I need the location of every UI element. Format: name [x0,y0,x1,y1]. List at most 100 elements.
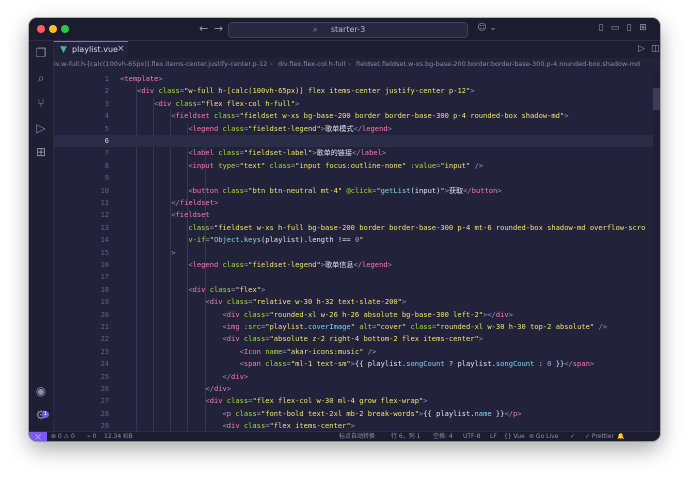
code-line[interactable]: 14 v-if="Object.keys(playlist).length !=… [54,234,658,246]
code-line[interactable]: 15 > [54,247,658,259]
language-mode-status[interactable]: {} Vue [504,432,525,441]
code-token: label [192,148,219,158]
scrollbar-thumb[interactable] [653,88,660,110]
code-line[interactable]: 23 <Icon name="akar-icons:music" /> [54,346,658,358]
remote-indicator[interactable]: ⤬ [29,432,47,441]
forward-arrow-icon[interactable]: → [214,22,223,35]
code-line[interactable]: 9 [54,172,658,184]
code-line[interactable]: 21 <img :src="playlist.coverImage" alt="… [54,321,658,333]
check-icon[interactable]: ✓ [570,432,575,441]
code-token: > [589,359,595,369]
code-line[interactable]: 28 <p class="font-bold text-2xl mb-2 bre… [54,408,658,420]
code-line[interactable]: 22 <div class="absolute z-2 right-4 bott… [54,333,658,345]
ports-status[interactable]: ⌁ 0 [87,432,96,441]
code-line[interactable]: 12 <fieldset [54,209,658,221]
close-icon[interactable]: × [117,44,125,54]
code-line[interactable]: 4 <fieldset class="fieldset w-xs bg-base… [54,110,658,122]
file-size-status: 12.34 KiB [104,433,133,440]
extensions-icon[interactable]: ⊞ [34,145,48,159]
code-line[interactable]: 16 <legend class="fieldset-legend">歌单信息<… [54,259,658,271]
code-line[interactable]: 29 <div class="flex items-center"> [54,420,658,431]
chevron-down-icon[interactable]: ⌄ [488,23,498,33]
code-token: </ [222,371,232,381]
toggle-panel-icon[interactable]: ▭ [610,23,620,33]
code-line[interactable]: 13 class="fieldset w-xs h-full bg-base-2… [54,222,658,234]
toggle-secondary-sidebar-icon[interactable]: ▯ [624,23,634,33]
breadcrumb-item[interactable]: fieldset.fieldset.w-xs.bg-base-200.borde… [356,60,640,68]
code-token: (playlist).length !== [261,235,355,245]
split-editor-icon[interactable]: ◫ [651,44,660,54]
code-line[interactable]: 10 <button class="btn btn-neutral mt-4" … [54,185,658,197]
customize-layout-icon[interactable]: ⊞ [638,23,648,33]
code-line[interactable]: 7 <label class="fieldset-label">歌单的链接</l… [54,147,658,159]
tab-playlist-vue[interactable]: ▼ playlist.vue × [54,41,128,59]
copilot-icon[interactable]: ☺ [477,23,487,33]
code-token: " [350,322,360,331]
code-token: keys [243,235,261,245]
breadcrumb-item[interactable]: div.flex.flex-col.h-full [278,60,345,68]
prettier-status[interactable]: ✓ Prettier [585,432,614,441]
code-line[interactable]: 26 </div> [54,383,658,395]
code-token: class [243,309,266,319]
line-number: 6 [104,137,109,145]
code-line[interactable]: 19 <div class="relative w-30 h-32 text-s… [54,296,658,308]
code-line[interactable]: 6 [54,135,658,148]
line-number: 7 [104,149,109,158]
bell-icon[interactable]: 🔔 [617,432,624,441]
line-number: 23 [100,347,109,356]
indentation-status[interactable]: 空格: 4 [433,432,453,441]
explorer-icon[interactable]: ❐ [34,46,48,60]
toggle-sidebar-icon[interactable]: ▯ [596,23,606,33]
line-number: 13 [100,223,109,232]
maximize-window-button[interactable] [61,25,69,33]
breadcrumb-item[interactable]: iv.w-full.h-[calc(100vh-65px)].flex.item… [54,60,267,68]
code-token: > [243,371,249,381]
code-line[interactable]: 1 <template> [54,73,658,85]
problems-status[interactable]: ⊗ 0 ⚠ 0 [51,432,75,441]
code-token: "fieldset-legend" [248,260,321,269]
run-icon[interactable]: ▷ [638,44,645,54]
code-token: </ [463,185,472,195]
close-window-button[interactable] [37,25,45,33]
encoding-status[interactable]: UTF-8 [463,432,481,441]
code-line[interactable]: 3 <div class="flex flex-col h-full"> [54,98,658,110]
command-center-search[interactable]: ⌕ starter-3 [228,22,468,38]
eol-status[interactable]: LF [490,432,497,441]
editor-scrollbar[interactable] [653,70,660,431]
line-number: 15 [100,248,109,257]
code-token: input [192,160,219,170]
code-token: fieldset [179,198,214,207]
editor-tabs: ▼ playlist.vue × ▷ ◫ [54,41,660,59]
source-control-icon[interactable]: ⑂ [34,96,48,110]
code-line[interactable]: 8 <input type="text" class="input focus:… [54,160,658,172]
accounts-icon[interactable]: ◉ [34,384,48,398]
code-line[interactable]: 11 </fieldset> [54,197,658,209]
minimize-window-button[interactable] [49,25,57,33]
search-icon[interactable]: ⌕ [34,71,48,85]
code-text: <div class="rounded-xl w-26 h-26 absolut… [120,309,513,321]
code-token: > [295,98,300,108]
code-line[interactable]: 18 <div class="flex"> [54,284,658,296]
code-text: <div class="relative w-30 h-32 text-slat… [120,296,406,308]
code-editor[interactable]: 1 <template> 2 <div class="w-full h-[calc(… [54,70,658,431]
code-line[interactable]: 27 <div class="flex flex-col w-30 ml-4 g… [54,395,658,407]
punctuation-status[interactable]: 标点自动转换 [339,432,375,441]
code-token: v-if [188,235,206,245]
cursor-position-status[interactable]: 行 6，列 1 [391,432,420,441]
code-token: div [226,334,244,344]
code-line[interactable]: 24 <span class="ml-1 text-sm">{{ playlis… [54,358,658,370]
code-line[interactable]: 17 [54,271,658,283]
back-arrow-icon[interactable]: ← [199,22,208,35]
code-token: </ [205,384,214,393]
go-live-button[interactable]: ⊚ Go Live [529,432,558,441]
code-line[interactable]: 25 </div> [54,371,658,383]
run-debug-icon[interactable]: ▷ [34,121,48,135]
code-line[interactable]: 20 <div class="rounded-xl w-26 h-26 abso… [54,309,658,321]
code-line[interactable]: 2 <div class="w-full h-[calc(100vh-65px)… [54,85,658,97]
code-line[interactable]: 5 <legend class="fieldset-legend">歌单模式</… [54,123,658,135]
